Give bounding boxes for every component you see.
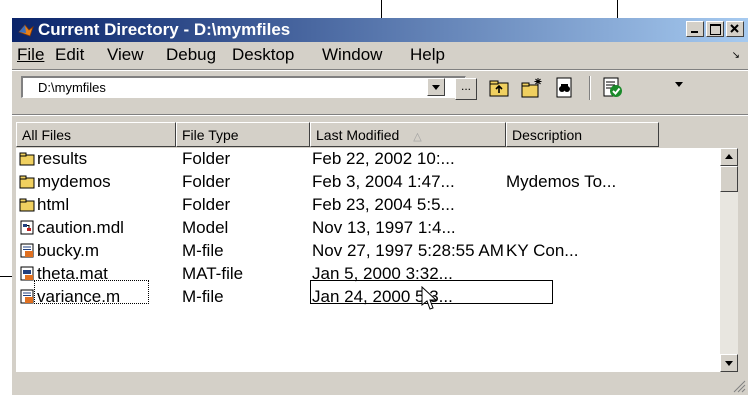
chevron-up-icon <box>725 154 733 159</box>
file-description: KY Con... <box>506 241 579 260</box>
file-description: Mydemos To... <box>506 172 617 191</box>
menu-window[interactable]: Window <box>322 45 382 65</box>
close-icon <box>730 24 739 33</box>
file-modified: Nov 27, 1997 5:28:55 AM <box>312 241 504 260</box>
file-type: Model <box>182 218 229 237</box>
menu-bar: File Edit View Debug Desktop Window Help… <box>12 43 748 67</box>
folder-icon <box>19 198 35 212</box>
file-row[interactable]: caution.mdl Model Nov 13, 1997 1:4... <box>16 217 720 240</box>
folder-icon <box>19 175 35 189</box>
mat-file-icon <box>20 266 34 281</box>
file-type: Folder <box>182 149 231 168</box>
scroll-up-button[interactable] <box>720 148 738 166</box>
file-modified: Nov 13, 1997 1:4... <box>312 218 456 237</box>
resize-grip-icon[interactable] <box>732 379 746 393</box>
menu-help[interactable]: Help <box>410 45 445 65</box>
column-header-all-files[interactable]: All Files <box>16 122 176 147</box>
file-modified: Feb 3, 2004 1:47... <box>312 172 455 191</box>
new-folder-icon[interactable] <box>520 76 544 100</box>
browse-label: ... <box>460 79 471 93</box>
m-file-icon <box>20 243 34 258</box>
close-button[interactable] <box>726 21 744 37</box>
file-name: html <box>37 195 70 214</box>
file-type: M-file <box>182 287 224 306</box>
file-type: MAT-file <box>182 264 244 283</box>
file-name: mydemos <box>37 172 111 191</box>
menu-view[interactable]: View <box>107 45 144 65</box>
file-row[interactable]: results Folder Feb 22, 2002 10:... <box>16 148 720 171</box>
menu-debug[interactable]: Debug <box>166 45 216 65</box>
file-name: bucky.m <box>37 241 100 260</box>
model-file-icon <box>20 220 34 235</box>
file-row[interactable]: bucky.m M-file Nov 27, 1997 5:28:55 AM KY C… <box>16 240 720 263</box>
menu-undock-arrow-icon[interactable]: ↘ <box>732 50 740 61</box>
menu-edit[interactable]: Edit <box>55 45 84 65</box>
menu-file[interactable]: File <box>17 45 44 65</box>
file-type: M-file <box>182 241 224 260</box>
folder-icon <box>19 152 35 166</box>
minimize-icon <box>691 31 698 33</box>
run-dropdown-icon[interactable] <box>675 82 683 87</box>
minimize-button[interactable] <box>686 21 704 37</box>
file-modified: Feb 23, 2004 5:5... <box>312 195 455 214</box>
current-directory-window: Current Directory - D:\mymfiles File Edi… <box>12 18 748 395</box>
status-bar <box>12 373 748 395</box>
column-header-file-type[interactable]: File Type <box>176 122 310 147</box>
maximize-icon <box>710 24 721 35</box>
selected-file-focus <box>34 280 149 304</box>
menu-desktop[interactable]: Desktop <box>232 45 294 65</box>
file-row[interactable]: mydemos Folder Feb 3, 2004 1:47... Mydemos … <box>16 171 720 194</box>
m-file-icon <box>20 289 34 304</box>
title-bar[interactable]: Current Directory - D:\mymfiles <box>12 18 748 42</box>
current-directory-input[interactable]: D:\mymfiles <box>21 76 466 98</box>
browse-button[interactable]: ... <box>455 78 477 100</box>
sort-ascending-icon: △ <box>413 131 422 143</box>
matlab-logo-icon <box>18 24 34 37</box>
menu-separator <box>12 69 748 71</box>
mouse-cursor-icon <box>421 286 438 310</box>
file-name: results <box>37 149 88 168</box>
column-header-last-modified[interactable]: Last Modified △ <box>310 122 506 147</box>
file-name: caution.mdl <box>37 218 124 237</box>
file-row[interactable]: html Folder Feb 23, 2004 5:5... <box>16 194 720 217</box>
chevron-down-icon <box>432 85 440 90</box>
maximize-button[interactable] <box>706 21 724 37</box>
file-modified: Feb 22, 2002 10:... <box>312 149 455 168</box>
toolbar-separator-line <box>12 114 748 116</box>
up-folder-icon[interactable] <box>488 76 512 100</box>
run-check-icon[interactable] <box>601 76 625 100</box>
file-type: Folder <box>182 172 231 191</box>
file-list: results Folder Feb 22, 2002 10:... mydemos F… <box>16 148 720 372</box>
scroll-down-button[interactable] <box>720 354 738 372</box>
column-header-description[interactable]: Description <box>506 122 659 147</box>
path-dropdown-button[interactable] <box>427 78 445 96</box>
find-icon[interactable] <box>552 76 576 100</box>
window-title: Current Directory - D:\mymfiles <box>38 20 291 39</box>
chevron-down-icon <box>725 361 733 366</box>
vertical-scrollbar[interactable] <box>720 148 738 372</box>
last-modified-label: Last Modified <box>316 127 400 143</box>
file-type: Folder <box>182 195 231 214</box>
scroll-thumb[interactable] <box>720 166 738 192</box>
toolbar-separator <box>589 76 591 100</box>
